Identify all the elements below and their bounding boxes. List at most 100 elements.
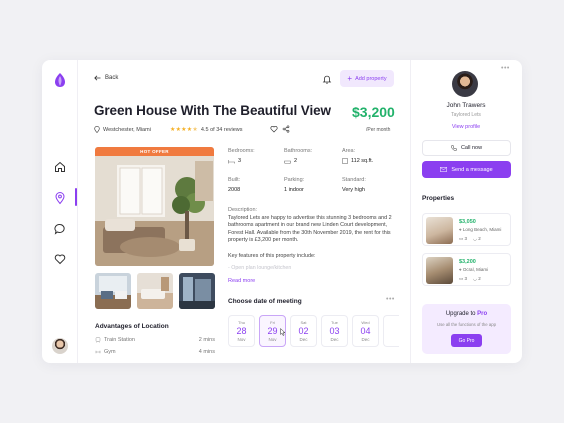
- date-option-partial[interactable]: [383, 315, 399, 347]
- bed-icon: ▭ 3: [459, 236, 468, 241]
- property-baths: 2: [478, 236, 481, 241]
- area-icon: [342, 158, 348, 164]
- date-month: Dec: [330, 337, 339, 342]
- panel-more-icon[interactable]: •••: [501, 65, 510, 72]
- property-card[interactable]: $3,200 ⌖ Ocral, Miami ▭ 3 ◡ 2: [422, 253, 511, 286]
- spec-built: Built: 2008: [228, 177, 240, 193]
- spec-label: Bedrooms:: [228, 148, 255, 154]
- hot-offer-badge: HOT OFFER: [95, 147, 214, 156]
- property-thumbnail: [426, 257, 453, 284]
- property-price: $3,050: [459, 219, 476, 225]
- advantage-time: 4 mins: [198, 349, 215, 355]
- send-message-button[interactable]: Send a message: [422, 161, 511, 178]
- photo-thumbnail[interactable]: [95, 273, 131, 309]
- advantages-title: Advantages of Location: [95, 323, 169, 330]
- date-option[interactable]: Sat 02 Dec: [290, 315, 317, 347]
- back-button[interactable]: Back: [94, 75, 118, 81]
- spec-bathrooms: Bathrooms: 2: [284, 148, 312, 164]
- more-options-icon[interactable]: •••: [386, 296, 395, 303]
- date-option[interactable]: Wed 04 Dec: [352, 315, 379, 347]
- date-day: 04: [360, 326, 371, 336]
- agent-company: Taylored Lets: [451, 112, 481, 118]
- property-thumbnail: [426, 217, 453, 244]
- property-location: ⌖ Ocral, Miami: [459, 267, 488, 272]
- property-location-text: Long Beach, Miami: [462, 227, 502, 232]
- upgrade-title-highlight: Pro: [477, 311, 488, 317]
- bell-icon[interactable]: [322, 74, 332, 84]
- date-weekday: Fri: [270, 320, 275, 325]
- property-location-text: Ocral, Miami: [462, 267, 489, 272]
- date-weekday: Tue: [331, 320, 338, 325]
- spec-area: Area: 112 sq.ft.: [342, 148, 373, 164]
- date-day: 02: [298, 326, 309, 336]
- spec-label: Bathrooms:: [284, 148, 313, 154]
- plus-icon: +: [347, 73, 353, 83]
- spec-value: 2: [294, 158, 298, 164]
- favorite-heart-icon[interactable]: [270, 125, 278, 133]
- chat-icon[interactable]: [53, 222, 67, 236]
- listing-title: Green House With The Beautiful View: [94, 103, 331, 118]
- bath-icon: ◡ 2: [473, 236, 481, 241]
- call-now-button[interactable]: Call now: [422, 140, 511, 156]
- phone-icon: [451, 145, 457, 151]
- property-features: ▭ 3 ◡ 2: [459, 236, 481, 242]
- location-pin-icon[interactable]: [53, 191, 67, 205]
- cursor-icon: [280, 328, 286, 336]
- location-pin-icon: ⌖: [459, 267, 462, 272]
- upgrade-subtitle: Use all the functions of the app: [436, 322, 496, 327]
- location-pin-icon: ⌖: [459, 227, 462, 232]
- date-weekday: Sat: [300, 320, 307, 325]
- location-text: Westchester, Miami: [103, 126, 151, 133]
- arrow-left-icon: [94, 75, 101, 81]
- advantage-item: Train Station 2 mins: [95, 337, 215, 343]
- date-day: 29: [267, 326, 278, 336]
- main-property-photo[interactable]: HOT OFFER: [95, 147, 214, 266]
- spec-label: Standard:: [342, 177, 366, 183]
- date-month: Nov: [268, 337, 277, 342]
- spec-bedrooms: Bedrooms: 3: [228, 148, 255, 164]
- description-text: Taylored Lets are happy to advertise thi…: [228, 215, 392, 244]
- back-label: Back: [105, 75, 119, 81]
- date-day: 28: [236, 326, 247, 336]
- property-beds: 3: [464, 236, 468, 241]
- date-weekday: Thu: [238, 320, 245, 325]
- spec-value: Very high: [342, 187, 365, 193]
- home-icon[interactable]: [53, 160, 67, 174]
- property-beds: 3: [464, 276, 468, 281]
- share-icon[interactable]: [282, 125, 290, 133]
- photo-thumbnail[interactable]: [179, 273, 215, 309]
- properties-title: Properties: [422, 195, 455, 202]
- advantage-item: Gym 4 mins: [95, 349, 215, 355]
- property-features: ▭ 3 ◡ 2: [459, 276, 481, 282]
- date-option[interactable]: Thu 28 Nov: [228, 315, 255, 347]
- logo-icon[interactable]: [52, 72, 68, 88]
- user-avatar[interactable]: [52, 338, 68, 354]
- read-more-link[interactable]: Read more: [228, 278, 255, 284]
- sidebar: [42, 60, 78, 363]
- advantage-label: Gym: [104, 349, 116, 355]
- listing-rating: ★★★★★ 4.5 of 34 reviews: [170, 126, 243, 134]
- bed-icon: ▭ 3: [459, 276, 468, 281]
- date-weekday: Wed: [361, 320, 370, 325]
- send-message-label: Send a message: [451, 166, 493, 173]
- upgrade-card: Upgrade to Pro Use all the functions of …: [422, 304, 511, 354]
- active-nav-indicator: [75, 188, 77, 206]
- photo-thumbnail[interactable]: [137, 273, 173, 309]
- property-card[interactable]: $3,050 ⌖ Long Beach, Miami ▭ 3 ◡ 2: [422, 213, 511, 246]
- spec-standard: Standard: Very high: [342, 177, 366, 193]
- spec-label: Area:: [342, 148, 356, 154]
- date-option[interactable]: Tue 03 Dec: [321, 315, 348, 347]
- bath-icon: [284, 159, 291, 164]
- add-property-button[interactable]: + Add property: [340, 70, 394, 87]
- gym-icon: [95, 349, 101, 355]
- rating-text: 4.5 of 34 reviews: [200, 126, 243, 133]
- go-pro-button[interactable]: Go Pro: [451, 334, 482, 347]
- agent-avatar[interactable]: [452, 71, 478, 97]
- mail-icon: [440, 167, 448, 172]
- property-baths: 2: [478, 276, 481, 281]
- advantage-label: Train Station: [104, 337, 135, 343]
- view-profile-link[interactable]: View profile: [410, 124, 522, 130]
- spec-label: Built:: [228, 177, 241, 183]
- heart-icon[interactable]: [53, 252, 67, 266]
- star-rating-icon: ★★★★★: [170, 127, 198, 133]
